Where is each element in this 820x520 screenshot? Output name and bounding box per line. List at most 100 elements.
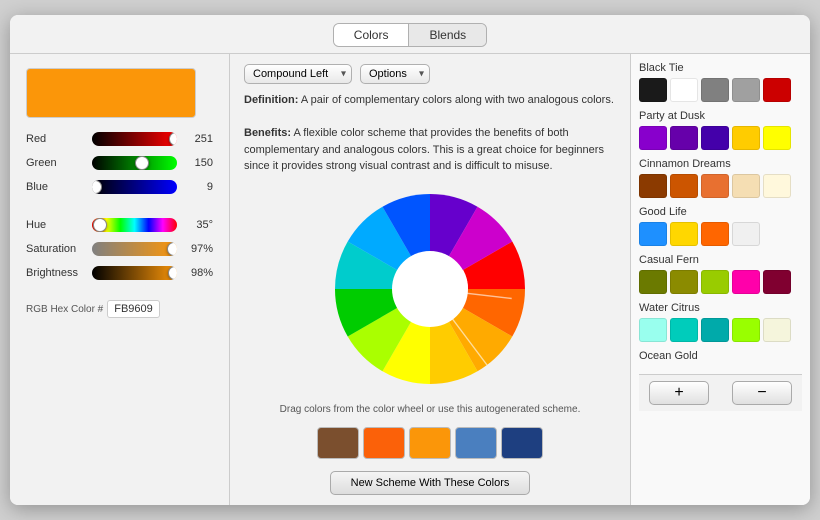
palette-party-at-dusk: Party at Dusk [639,110,802,150]
palette-swatch[interactable] [732,318,760,342]
palette-swatches-water-citrus [639,318,802,342]
slider-saturation[interactable] [92,242,177,256]
slider-label-bri: Brightness [26,267,86,279]
scheme-swatch-2[interactable] [409,427,451,459]
palette-name-casual-fern: Casual Fern [639,254,802,266]
slider-row-bri: Brightness 98% [26,266,213,280]
slider-value-blue: 9 [183,181,213,193]
scheme-swatch-0[interactable] [317,427,359,459]
definition-box: Definition: A pair of complementary colo… [244,92,616,175]
palette-swatch[interactable] [732,126,760,150]
scheme-colors [244,427,616,459]
slider-row-green: Green 150 [26,156,213,170]
right-panel: Black Tie Party at Dusk [630,54,810,505]
remove-palette-button[interactable]: − [732,381,792,405]
slider-green[interactable] [92,156,177,170]
palette-bottom-controls: + − [639,374,802,411]
palette-swatch[interactable] [639,126,667,150]
tab-group: Colors Blends [333,23,487,47]
compound-dropdown-wrap: Compound Left [244,64,352,84]
controls-row: Compound Left Options [244,64,616,84]
palette-name-cinnamon-dreams: Cinnamon Dreams [639,158,802,170]
palette-swatches-good-life [639,222,802,246]
palette-swatch[interactable] [763,78,791,102]
slider-row-red: Red 251 [26,132,213,146]
palette-name-party-at-dusk: Party at Dusk [639,110,802,122]
slider-label-green: Green [26,157,86,169]
palette-swatch[interactable] [670,126,698,150]
slider-red[interactable] [92,132,177,146]
slider-label-hue: Hue [26,219,86,231]
palette-swatch[interactable] [670,78,698,102]
palette-swatch[interactable] [639,222,667,246]
color-wheel[interactable] [335,194,525,384]
palette-swatch[interactable] [701,270,729,294]
palette-swatch[interactable] [701,222,729,246]
compound-dropdown[interactable]: Compound Left [244,64,352,84]
definition-text: A pair of complementary colors along wit… [301,94,614,106]
palette-swatch[interactable] [639,270,667,294]
palette-name-black-tie: Black Tie [639,62,802,74]
palette-swatch[interactable] [732,222,760,246]
slider-value-green: 150 [183,157,213,169]
palette-swatches-casual-fern [639,270,802,294]
palette-ocean-gold: Ocean Gold [639,350,802,366]
palette-cinnamon-dreams: Cinnamon Dreams [639,158,802,198]
slider-row-blue: Blue 9 [26,180,213,194]
toolbar: Colors Blends [10,15,810,54]
palette-swatch[interactable] [670,318,698,342]
palette-swatches-party [639,126,802,150]
main-content: Red 251 Green 150 Blue 9 [10,54,810,505]
scheme-swatch-1[interactable] [363,427,405,459]
palette-swatch[interactable] [763,126,791,150]
palette-swatch[interactable] [732,174,760,198]
slider-label-sat: Saturation [26,243,86,255]
hex-label: RGB Hex Color # [26,304,103,315]
palette-swatches-black-tie [639,78,802,102]
color-wheel-area [244,183,616,397]
tab-colors[interactable]: Colors [334,24,410,46]
palette-swatches-cinnamon [639,174,802,198]
slider-blue[interactable] [92,180,177,194]
palette-swatch[interactable] [670,174,698,198]
middle-panel: Compound Left Options Definition: A pair… [230,54,630,505]
palette-swatch[interactable] [701,78,729,102]
slider-label-red: Red [26,133,86,145]
app-window: Colors Blends Red 251 Green 150 [10,15,810,505]
tab-blends[interactable]: Blends [409,24,486,46]
drag-hint: Drag colors from the color wheel or use … [244,404,616,415]
palette-swatch[interactable] [701,174,729,198]
benefits-text: A flexible color scheme that provides th… [244,127,604,172]
options-dropdown-wrap: Options [360,64,430,84]
palette-swatch[interactable] [701,318,729,342]
slider-value-bri: 98% [183,267,213,279]
palette-swatch[interactable] [670,270,698,294]
palette-name-good-life: Good Life [639,206,802,218]
options-dropdown[interactable]: Options [360,64,430,84]
slider-hue[interactable] [92,218,177,232]
palette-swatch[interactable] [763,318,791,342]
palette-swatch[interactable] [732,78,760,102]
new-scheme-button[interactable]: New Scheme With These Colors [330,471,531,495]
scheme-swatch-4[interactable] [501,427,543,459]
palette-swatch[interactable] [639,174,667,198]
slider-value-red: 251 [183,133,213,145]
palette-black-tie: Black Tie [639,62,802,102]
slider-row-sat: Saturation 97% [26,242,213,256]
palette-casual-fern: Casual Fern [639,254,802,294]
add-palette-button[interactable]: + [649,381,709,405]
palette-swatch[interactable] [639,78,667,102]
palette-water-citrus: Water Citrus [639,302,802,342]
palette-swatch[interactable] [763,270,791,294]
slider-brightness[interactable] [92,266,177,280]
slider-row-hue: Hue 35° [26,218,213,232]
palette-name-ocean-gold: Ocean Gold [639,350,802,362]
palette-swatch[interactable] [732,270,760,294]
hex-row: RGB Hex Color # FB9609 [26,300,213,318]
palette-name-water-citrus: Water Citrus [639,302,802,314]
palette-swatch[interactable] [670,222,698,246]
palette-swatch[interactable] [639,318,667,342]
palette-swatch[interactable] [763,174,791,198]
scheme-swatch-3[interactable] [455,427,497,459]
palette-swatch[interactable] [701,126,729,150]
